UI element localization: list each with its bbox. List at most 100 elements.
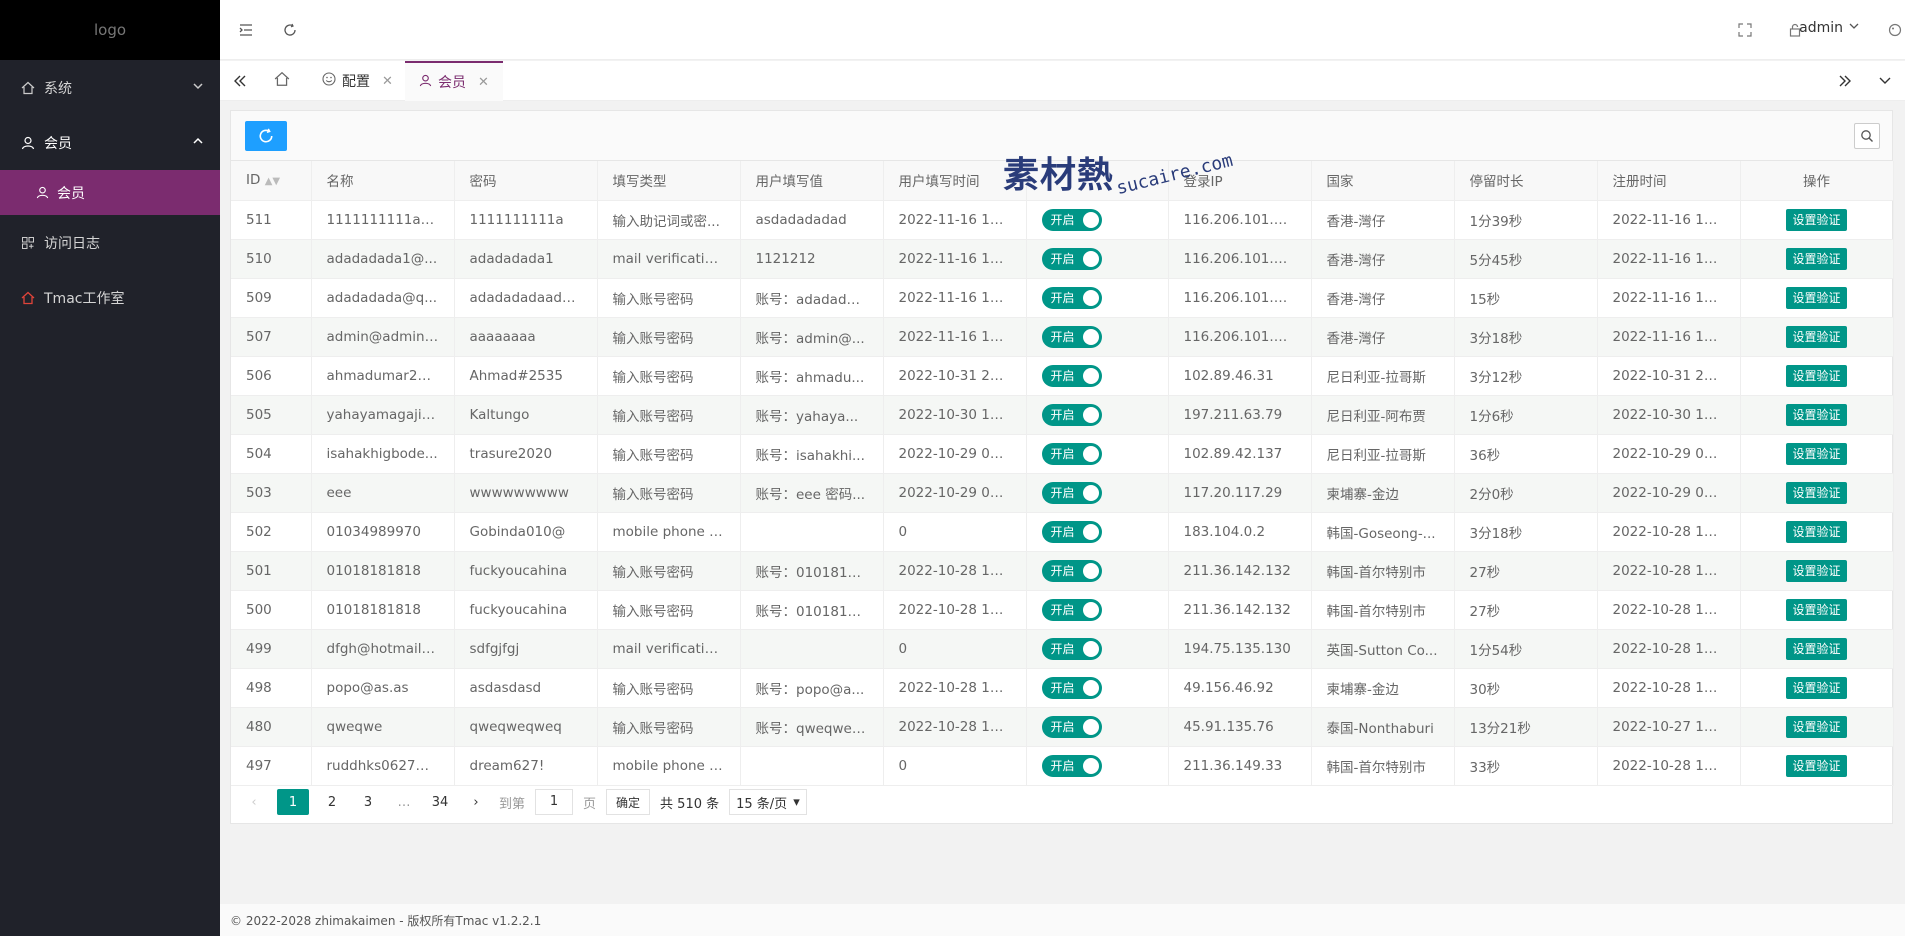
- page-number[interactable]: 3: [355, 789, 381, 815]
- cell-fill-time: 0: [883, 746, 1027, 786]
- status-toggle[interactable]: 开启: [1041, 247, 1102, 270]
- set-verify-button[interactable]: 设置验证: [1786, 676, 1847, 699]
- tab-member[interactable]: 会员 ✕: [405, 61, 503, 101]
- sidebar-subitem-member[interactable]: 会员: [0, 170, 220, 215]
- cell-fill-value: 账号：yahaya...: [740, 395, 884, 435]
- toggle-knob: [1082, 406, 1099, 423]
- status-toggle[interactable]: 开启: [1041, 208, 1102, 231]
- set-verify-button[interactable]: 设置验证: [1786, 403, 1847, 426]
- sidebar-item-member[interactable]: 会员: [0, 115, 220, 170]
- cell-name: dfgh@hotmail.c...: [311, 629, 455, 669]
- chevron-up-icon: [192, 135, 204, 151]
- status-toggle[interactable]: 开启: [1041, 637, 1102, 660]
- cell-country: 香港-灣仔: [1311, 239, 1455, 279]
- fullscreen-icon[interactable]: [1735, 20, 1755, 40]
- status-toggle[interactable]: 开启: [1041, 559, 1102, 582]
- col-header-id[interactable]: ID ▲▼: [231, 161, 312, 201]
- status-toggle[interactable]: 开启: [1041, 442, 1102, 465]
- sidebar-item-system[interactable]: 系统: [0, 60, 220, 115]
- cell-action: 设置验证: [1740, 395, 1894, 435]
- sidebar-item-tmac-studio[interactable]: Tmac工作室: [0, 270, 220, 325]
- cell-fill-type: 输入账号密码: [597, 590, 741, 630]
- cell-country: 韩国-首尔特别市: [1311, 590, 1455, 630]
- tabs-prev-icon[interactable]: [220, 61, 260, 101]
- cell-stay-duration: 3分12秒: [1454, 356, 1598, 396]
- col-header: 操作: [1740, 161, 1894, 201]
- cell-fill-time: 2022-10-30 13:...: [883, 395, 1027, 435]
- sort-icon[interactable]: ▲▼: [265, 176, 280, 187]
- page-size-select[interactable]: 15 条/页 ▾: [729, 789, 807, 815]
- set-verify-button[interactable]: 设置验证: [1786, 715, 1847, 738]
- tab-config[interactable]: 配置 ✕: [308, 61, 407, 101]
- status-toggle[interactable]: 开启: [1041, 286, 1102, 309]
- close-icon[interactable]: ✕: [382, 74, 393, 89]
- status-toggle[interactable]: 开启: [1041, 676, 1102, 699]
- status-toggle[interactable]: 开启: [1041, 364, 1102, 387]
- cell-password: qweqweqweq: [454, 707, 598, 747]
- cell-register-time: 2022-10-28 17:...: [1597, 551, 1741, 591]
- set-verify-button[interactable]: 设置验证: [1786, 754, 1847, 777]
- cell-fill-value: asdadadadad: [740, 200, 884, 240]
- prev-page-icon[interactable]: ‹: [241, 789, 267, 815]
- cell-id: 511: [231, 200, 312, 240]
- next-page-icon[interactable]: ›: [463, 789, 489, 815]
- set-verify-button[interactable]: 设置验证: [1786, 637, 1847, 660]
- cell-register-time: 2022-10-28 17:...: [1597, 668, 1741, 708]
- goto-confirm-button[interactable]: 确定: [606, 789, 651, 815]
- toggle-label: 开启: [1050, 330, 1075, 344]
- cell-password: sdfgjfgj: [454, 629, 598, 669]
- cell-name: isahakhigbode...: [311, 434, 455, 474]
- set-verify-button[interactable]: 设置验证: [1786, 247, 1847, 270]
- refresh-button[interactable]: [245, 121, 287, 151]
- palette-icon[interactable]: [1885, 20, 1905, 40]
- menu-toggle-icon[interactable]: [236, 20, 256, 40]
- set-verify-button[interactable]: 设置验证: [1786, 325, 1847, 348]
- set-verify-button[interactable]: 设置验证: [1786, 598, 1847, 621]
- set-verify-button[interactable]: 设置验证: [1786, 559, 1847, 582]
- status-toggle[interactable]: 开启: [1041, 715, 1102, 738]
- cell-name: 01018181818: [311, 590, 455, 630]
- cell-fill-value: 账号：adadada...: [740, 278, 884, 318]
- search-button[interactable]: [1854, 123, 1880, 149]
- status-toggle[interactable]: 开启: [1041, 403, 1102, 426]
- set-verify-button[interactable]: 设置验证: [1786, 364, 1847, 387]
- status-toggle[interactable]: 开启: [1041, 325, 1102, 348]
- status-toggle[interactable]: 开启: [1041, 520, 1102, 543]
- cell-stay-duration: 1分39秒: [1454, 200, 1598, 240]
- status-toggle[interactable]: 开启: [1041, 481, 1102, 504]
- toggle-label: 开启: [1050, 369, 1075, 383]
- cell-login-ip: 117.20.117.29: [1168, 473, 1312, 513]
- page-ellipsis: …: [397, 794, 411, 810]
- cell-login-ip: 102.89.42.137: [1168, 434, 1312, 474]
- status-toggle[interactable]: 开启: [1041, 754, 1102, 777]
- set-verify-button[interactable]: 设置验证: [1786, 481, 1847, 504]
- sidebar-item-access-log[interactable]: 访问日志: [0, 215, 220, 270]
- cell-fill-value: [740, 629, 884, 669]
- cell-password: wwwwwwwww: [454, 473, 598, 513]
- status-toggle[interactable]: 开启: [1041, 598, 1102, 621]
- set-verify-button[interactable]: 设置验证: [1786, 286, 1847, 309]
- total-count: 共 510 条: [660, 796, 720, 812]
- page-number[interactable]: 2: [319, 789, 345, 815]
- page-number[interactable]: 34: [427, 789, 453, 815]
- cell-fill-type: mail verification...: [597, 239, 741, 279]
- user-menu[interactable]: admin: [1799, 20, 1860, 36]
- set-verify-button[interactable]: 设置验证: [1786, 208, 1847, 231]
- set-verify-button[interactable]: 设置验证: [1786, 442, 1847, 465]
- pagination: ‹ 1 2 3 … 34 › 到第 1 页 确定 共 510 条 15 条/页 …: [241, 789, 817, 815]
- cell-country: 英国-Sutton Co...: [1311, 629, 1455, 669]
- set-verify-button[interactable]: 设置验证: [1786, 520, 1847, 543]
- tabs-menu-icon[interactable]: [1865, 61, 1905, 101]
- goto-page-input[interactable]: 1: [535, 789, 574, 815]
- toggle-label: 开启: [1050, 525, 1075, 539]
- cell-name: ahmadumar20...: [311, 356, 455, 396]
- tab-home[interactable]: [260, 61, 304, 101]
- cell-country: 香港-灣仔: [1311, 278, 1455, 318]
- cell-fill-value: 账号：isahakhi...: [740, 434, 884, 474]
- cell-register-time: 2022-11-16 17:...: [1597, 200, 1741, 240]
- tabs-next-icon[interactable]: [1825, 61, 1865, 101]
- watermark: 素材熱 sucaire.com: [1003, 146, 1243, 206]
- refresh-icon[interactable]: [280, 20, 300, 40]
- close-icon[interactable]: ✕: [478, 75, 489, 90]
- page-number[interactable]: 1: [277, 789, 309, 815]
